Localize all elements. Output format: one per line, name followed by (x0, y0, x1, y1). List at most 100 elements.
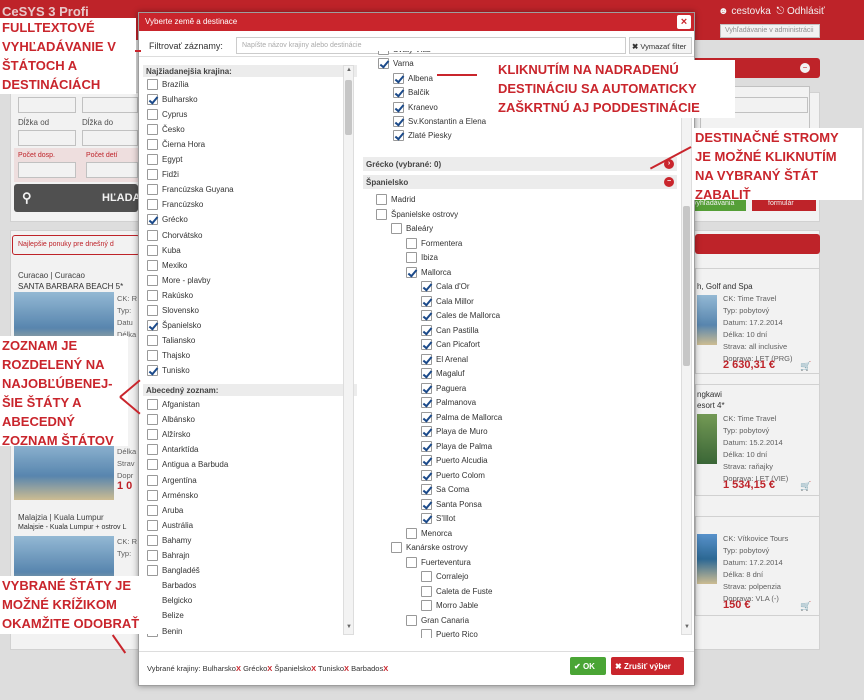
checkbox[interactable] (406, 556, 417, 568)
checkbox[interactable] (406, 252, 417, 263)
checkbox[interactable] (147, 259, 158, 271)
checkbox[interactable] (147, 550, 158, 561)
checkbox-checked[interactable] (421, 353, 432, 365)
checkbox[interactable] (147, 79, 158, 90)
checkbox[interactable] (406, 614, 417, 626)
checkbox-checked[interactable] (147, 94, 158, 106)
checkbox[interactable] (421, 629, 432, 638)
checkbox-label: Španielske ostrovy (391, 209, 459, 219)
checkbox[interactable] (147, 519, 158, 531)
checkbox[interactable] (147, 474, 158, 486)
checkbox-checked[interactable] (393, 101, 404, 113)
checkbox-checked[interactable] (421, 484, 432, 495)
checkbox[interactable] (147, 289, 158, 301)
checkbox-checked[interactable] (147, 214, 158, 226)
close-icon[interactable]: × (677, 15, 691, 29)
checkbox[interactable] (147, 459, 158, 471)
checkbox-checked[interactable] (421, 281, 432, 292)
checkbox-checked[interactable] (421, 498, 432, 510)
checkbox-checked[interactable] (421, 382, 432, 394)
checkbox[interactable] (147, 349, 158, 361)
annotation-fulltext: FULLTEXTOVÉ VYHĽADÁVANIE V ŠTÁTOCH A DESTIN… (0, 18, 136, 94)
checkbox[interactable] (147, 489, 158, 501)
scroll-thumb[interactable] (345, 80, 352, 135)
checkbox[interactable] (147, 444, 158, 456)
scroll-thumb[interactable] (683, 206, 690, 366)
checkbox-label: El Arenal (436, 354, 469, 364)
checkbox-checked[interactable] (378, 58, 389, 70)
collapse-icon[interactable]: − (664, 177, 674, 187)
ok-button[interactable]: ✔ OK (570, 657, 606, 675)
checkbox[interactable] (421, 600, 432, 611)
checkbox-checked[interactable] (393, 87, 404, 99)
scroll-down-icon[interactable]: ▼ (346, 624, 352, 630)
checkbox-checked[interactable] (421, 440, 432, 452)
scroll-up-icon[interactable]: ▲ (346, 67, 352, 73)
checkbox-checked[interactable] (421, 426, 432, 437)
checkbox[interactable] (391, 223, 402, 234)
checkbox[interactable] (147, 565, 158, 577)
checkbox-checked[interactable] (421, 324, 432, 336)
dialog-footer: Vybrané krajiny: BulharskoX GréckoX Špan… (139, 651, 694, 685)
remove-icon[interactable]: X (383, 664, 388, 673)
checkbox-label: Bangladéš (162, 566, 200, 576)
checkbox[interactable] (147, 414, 158, 426)
country-scrollbar[interactable]: ▲ ▼ (343, 65, 354, 635)
checkbox[interactable] (147, 229, 158, 241)
checkbox-checked[interactable] (147, 319, 158, 331)
checkbox[interactable] (421, 571, 432, 582)
annotation-list: ZOZNAM JE ROZDELENÝ NA NAJOBĽÚBENEJ- ŠIE ŠT… (0, 336, 128, 448)
checkbox-label: Alžírsko (162, 430, 191, 440)
checkbox[interactable] (147, 504, 158, 516)
spain-group-header[interactable]: Španielsko − (363, 175, 677, 189)
checkbox-label: Madrid (391, 195, 416, 204)
greece-group-header[interactable]: Grécko (vybrané: 0) › (363, 157, 677, 171)
checkbox-checked[interactable] (421, 295, 432, 307)
checkbox[interactable] (147, 124, 158, 136)
checkbox-label: More - plavby (162, 275, 211, 285)
checkbox[interactable] (147, 199, 158, 211)
checkbox-checked[interactable] (147, 364, 158, 376)
checkbox-checked[interactable] (393, 130, 404, 142)
checkbox-label: Arménsko (162, 490, 199, 500)
checkbox[interactable] (406, 237, 417, 249)
checkbox[interactable] (378, 51, 389, 55)
checkbox-label: Magaluf (436, 369, 465, 378)
checkbox[interactable] (147, 274, 158, 286)
checkbox-checked[interactable] (421, 455, 432, 466)
checkbox-label: Paguera (436, 383, 467, 393)
checkbox-checked[interactable] (421, 513, 432, 524)
checkbox[interactable] (147, 184, 158, 196)
checkbox-label: Sv.Konstantin a Elena (408, 117, 487, 126)
checkbox-checked[interactable] (421, 310, 432, 321)
checkbox[interactable] (147, 334, 158, 346)
checkbox[interactable] (147, 244, 158, 256)
selected-chip: BulharskoX (202, 664, 241, 673)
filter-label: Filtrovať záznamy: (149, 41, 223, 51)
checkbox[interactable] (147, 109, 158, 121)
checkbox-checked[interactable] (421, 368, 432, 379)
checkbox[interactable] (147, 399, 158, 410)
checkbox-label: Svätý Vlas (393, 51, 431, 54)
checkbox[interactable] (376, 208, 387, 220)
checkbox-label: Francúzsko (162, 200, 204, 210)
checkbox[interactable] (147, 534, 158, 546)
checkbox[interactable] (147, 154, 158, 166)
checkbox[interactable] (147, 304, 158, 316)
checkbox-checked[interactable] (393, 72, 404, 84)
checkbox[interactable] (376, 194, 387, 205)
checkbox[interactable] (421, 585, 432, 597)
checkbox[interactable] (406, 527, 417, 539)
checkbox-checked[interactable] (393, 116, 404, 127)
checkbox[interactable] (147, 139, 158, 151)
checkbox-checked[interactable] (421, 339, 432, 350)
scroll-down-icon[interactable]: ▼ (684, 624, 690, 630)
checkbox-checked[interactable] (421, 397, 432, 408)
checkbox-checked[interactable] (421, 411, 432, 423)
checkbox[interactable] (147, 429, 158, 441)
checkbox[interactable] (147, 169, 158, 181)
checkbox[interactable] (391, 542, 402, 553)
cancel-selection-button[interactable]: ✖ Zrušiť výber (611, 657, 684, 675)
checkbox-checked[interactable] (406, 266, 417, 278)
checkbox-checked[interactable] (421, 469, 432, 481)
